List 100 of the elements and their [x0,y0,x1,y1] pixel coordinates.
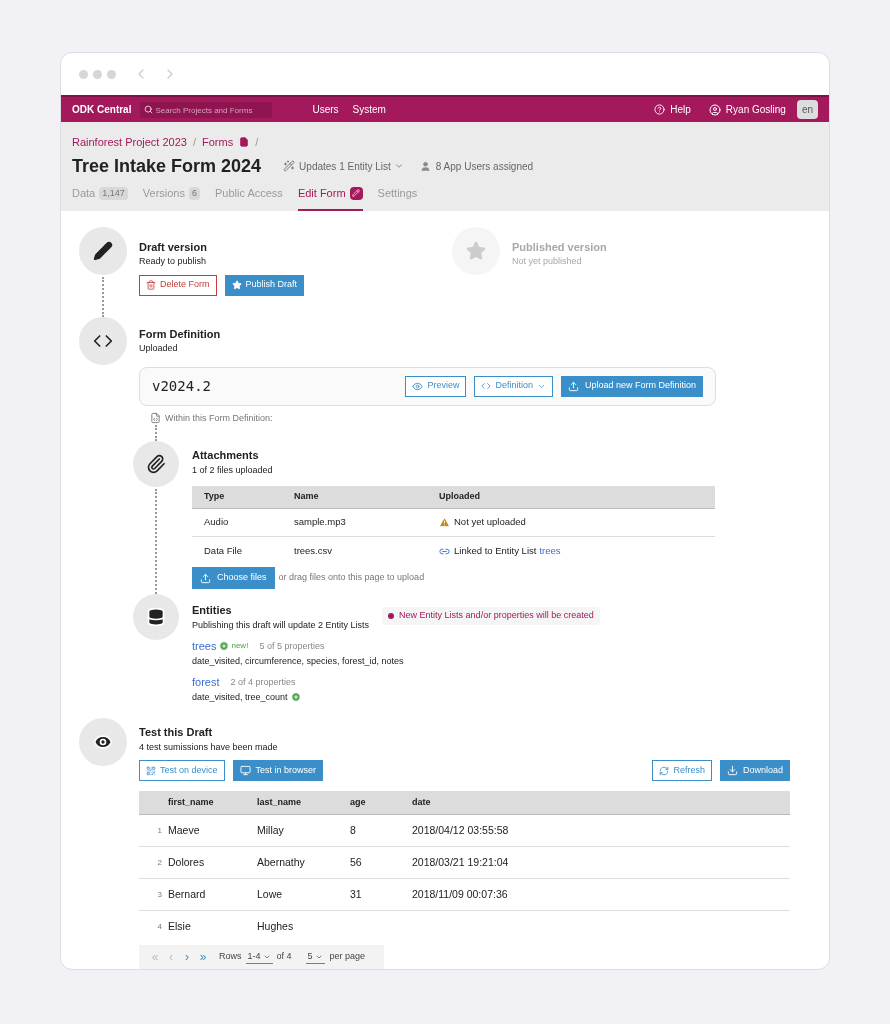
section-title: Draft version [139,239,208,255]
section-subtitle: Uploaded [139,342,179,355]
pencil-icon [93,240,113,261]
eye-icon [93,732,113,752]
help-icon [654,104,666,115]
star-icon [231,280,242,290]
delete-form-button[interactable]: Delete Form [139,274,217,296]
table-cell-text: 8 [350,822,357,838]
brand-name[interactable]: ODK Central [72,102,132,117]
table-cell-text: Bernard [168,886,207,902]
section-subtitle: Publishing this draft will update 2 Entity Lists [192,618,370,632]
property-count: 2 of 4 properties [230,675,296,689]
choose-files-button[interactable]: Choose files [192,567,275,589]
table-cell-text: 2018/04/12 03:55:58 [412,822,509,838]
table-cell-text: Abernathy [257,854,306,870]
test-in-browser-button[interactable]: Test in browser [232,760,324,781]
download-icon [726,765,738,776]
row-number: 1 [156,824,163,837]
edit-icon [349,186,363,200]
column-header: Name [294,490,320,504]
breadcrumb-link[interactable]: Forms [202,134,234,151]
upload-icon [200,572,211,584]
nav-link[interactable]: Users [312,102,339,117]
property-count: 5 of 5 properties [259,639,325,653]
nav-link[interactable]: System [352,102,386,117]
entity-list-dropdown[interactable]: Updates 1 Entity List [299,158,391,174]
definition-dropdown[interactable]: Definition [474,375,553,397]
test-on-device-button[interactable]: Test on device [139,760,225,781]
notice-badge: New Entity Lists and/or properties will be created [382,607,600,625]
wand-icon [283,160,296,172]
section-subtitle: 4 test sumissions have been made [139,740,279,754]
section-title: Attachments [192,448,260,463]
plus-icon [219,641,230,652]
language-button[interactable]: en [796,100,818,119]
upload-definition-button[interactable]: Upload new Form Definition [560,375,703,397]
refresh-button[interactable]: Refresh [652,760,712,781]
entity-list-link[interactable]: forest [192,674,220,691]
refresh-icon [659,765,670,776]
section-title: Published version [512,239,607,255]
row-number: 2 [156,856,163,869]
upload-icon [567,380,579,392]
database-icon [146,607,166,627]
user-icon [419,160,431,172]
page-button[interactable]: » [195,948,211,966]
range-select[interactable]: 1-4 [245,949,273,965]
entity-list-link[interactable]: trees [539,543,561,559]
monitor-icon [239,765,251,776]
table-cell-text: Dolores [168,854,206,870]
section-title: Test this Draft [139,725,214,740]
property-list: date_visited, tree_count [192,690,288,704]
table-cell-text: 2018/11/09 00:07:36 [412,886,508,902]
file-code-icon [150,412,161,425]
tab[interactable]: Versions 6 [142,185,200,211]
table-cell-text: Hughes [257,919,295,935]
entity-list-link[interactable]: trees [192,638,217,655]
within-label: Within this Form Definition: [165,411,273,425]
table-cell-text: trees.csv [294,543,333,558]
qr-code-icon [146,765,156,776]
publish-draft-button[interactable]: Publish Draft [224,274,305,296]
table-cell-text: Linked to Entity List [454,543,537,558]
section-title: Entities [192,603,233,618]
section-title: Form Definition [139,326,221,342]
count-badge: 1,147 [99,186,128,200]
column-header: Uploaded [439,490,480,504]
section-subtitle: Ready to publish [139,255,208,268]
code-icon [481,381,492,391]
preview-button[interactable]: Preview [405,375,467,397]
tab[interactable]: Edit Form [297,185,363,211]
section-subtitle: 1 of 2 files uploaded [192,463,274,477]
per-page-select[interactable]: 5 [305,949,325,965]
help-link[interactable]: Help [670,102,691,117]
breadcrumb-separator: / [192,135,196,150]
total-label: of 4 [276,950,292,964]
download-button[interactable]: Download [719,760,790,781]
column-header: date [412,795,431,809]
tab[interactable]: Data 1,147 [72,185,128,211]
breadcrumb-separator: / [255,135,259,150]
version-label: v2024.2 [152,376,211,396]
tab[interactable]: Public Access [215,185,283,211]
form-title: Tree Intake Form 2024 [72,154,262,178]
column-header: last_name [257,795,303,809]
drag-hint: or drag files onto this page to upload [278,571,425,585]
row-number: 4 [156,921,163,933]
user-menu[interactable]: Ryan Gosling [725,102,786,117]
table-cell-text: 2018/03/21 19:21:04 [412,854,509,870]
table-cell-text: 56 [350,854,363,870]
per-page-label: per page [329,950,366,964]
table-cell: Not yet uploaded [454,515,526,530]
breadcrumb-link[interactable]: Rainforest Project 2023 [72,134,187,151]
page-button[interactable]: › [179,948,195,966]
tab[interactable]: Settings [377,185,418,211]
eye-icon [412,380,424,392]
column-header: age [350,795,367,809]
column-header: Type [203,490,226,504]
table-cell-text: Audio [203,515,230,530]
column-header: first_name [168,795,215,809]
table-cell-text: Data File [203,543,243,558]
table-cell-text: Millay [257,822,285,838]
search-field[interactable]: Search Projects and Forms [140,102,273,118]
table-cell-text: sample.mp3 [294,515,347,530]
